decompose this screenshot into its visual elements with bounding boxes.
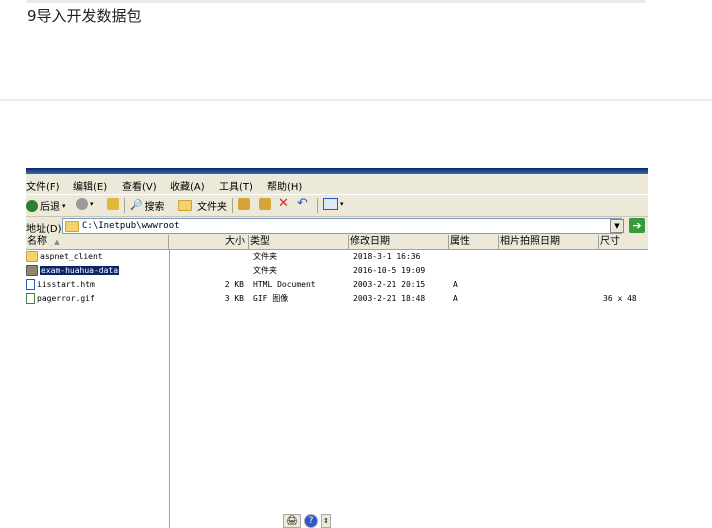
toolbar: 后退 ▾ ▾ 🔎 搜索 文件夹 ✕ ↶ ▾ — [26, 195, 648, 216]
file-row[interactable]: aspnet_client 文件夹 2018-3-1 16:36 — [26, 250, 648, 264]
file-name-selected: exam-huahua-data — [40, 266, 120, 275]
copy-to-button[interactable] — [259, 198, 271, 210]
menu-edit[interactable]: 编辑(E) — [73, 178, 107, 193]
file-name-cell: exam-huahua-data — [26, 264, 120, 278]
col-header-type[interactable]: 类型 — [249, 235, 349, 249]
col-header-modified[interactable]: 修改日期 — [349, 235, 449, 249]
back-arrow-icon — [26, 199, 38, 212]
sort-ascending-icon: ▲ — [54, 238, 60, 246]
file-attributes: A — [453, 294, 458, 303]
delete-icon: ✕ — [278, 196, 289, 211]
undo-button[interactable]: ↶ — [297, 196, 308, 211]
gif-file-icon — [26, 293, 35, 304]
forward-arrow-icon — [76, 198, 88, 210]
col-header-name-label: 名称 — [27, 236, 47, 247]
move-to-icon — [238, 198, 250, 210]
menu-bar: 文件(F) 编辑(E) 查看(V) 收藏(A) 工具(T) 帮助(H) — [26, 174, 648, 195]
forward-button[interactable]: ▾ — [76, 198, 94, 210]
file-row[interactable]: exam-huahua-data 文件夹 2016-10-5 19:09 — [26, 264, 648, 278]
search-button[interactable]: 🔎 搜索 — [130, 198, 164, 213]
printer-icon: 🖨 — [286, 515, 298, 526]
file-attributes: A — [453, 280, 458, 289]
search-label: 搜索 — [144, 202, 165, 213]
explorer-window: 文件(F) 编辑(E) 查看(V) 收藏(A) 工具(T) 帮助(H) 后退 ▾… — [26, 168, 648, 528]
address-input[interactable]: C:\Inetpub\wwwroot — [62, 218, 622, 234]
menu-help[interactable]: 帮助(H) — [267, 178, 302, 193]
file-modified: 2016-10-5 19:09 — [353, 266, 426, 275]
html-file-icon — [26, 279, 35, 290]
address-bar: 地址(D) C:\Inetpub\wwwroot ▼ ➔ — [26, 216, 648, 235]
up-folder-button[interactable] — [107, 198, 119, 210]
address-dropdown-button[interactable]: ▼ — [610, 219, 624, 233]
file-name: aspnet_client — [40, 252, 103, 261]
tray-spin-button[interactable]: ⇕ — [321, 513, 331, 528]
file-size: 3 KB — [224, 294, 244, 303]
folder-icon — [26, 265, 38, 276]
views-dropdown-icon: ▾ — [340, 200, 344, 208]
search-icon: 🔎 — [130, 200, 143, 211]
column-header-row: 名称 ▲ 大小 类型 修改日期 属性 相片拍照日期 尺寸 — [26, 235, 648, 250]
col-header-attributes[interactable]: 属性 — [449, 235, 499, 249]
section-divider — [0, 99, 712, 101]
tray-help-button[interactable]: ? — [304, 513, 318, 528]
top-border — [26, 0, 646, 3]
col-header-name[interactable]: 名称 ▲ — [26, 235, 169, 249]
back-button[interactable]: 后退 ▾ — [26, 198, 66, 213]
menu-tools[interactable]: 工具(T) — [219, 178, 253, 193]
file-row[interactable]: iisstart.htm 2 KB HTML Document 2003-2-2… — [26, 278, 648, 292]
file-dimensions: 36 x 48 — [603, 294, 637, 303]
up-down-icon: ⇕ — [323, 516, 329, 525]
views-button[interactable]: ▾ — [323, 198, 344, 210]
col-header-size[interactable]: 大小 — [169, 235, 249, 249]
taskbar-tray: 🖨 ? ⇕ — [283, 513, 331, 528]
menu-file[interactable]: 文件(F) — [26, 178, 60, 193]
file-name-cell: iisstart.htm — [26, 278, 95, 292]
file-size: 2 KB — [224, 280, 244, 289]
file-modified: 2003-2-21 20:15 — [353, 280, 426, 289]
file-modified: 2003-2-21 18:48 — [353, 294, 426, 303]
move-to-button[interactable] — [238, 198, 250, 210]
file-name-cell: aspnet_client — [26, 250, 103, 264]
file-type: GIF 图像 — [253, 294, 289, 303]
col-header-dimensions[interactable]: 尺寸 — [599, 235, 648, 249]
help-icon: ? — [308, 515, 314, 526]
go-button[interactable]: ➔ — [629, 218, 645, 233]
back-dropdown-icon: ▾ — [62, 201, 66, 210]
chevron-down-icon: ▼ — [614, 222, 620, 230]
file-modified: 2018-3-1 16:36 — [353, 252, 421, 261]
toolbar-separator — [124, 198, 125, 213]
article-heading: 9导入开发数据包 — [27, 7, 142, 25]
address-folder-icon — [65, 220, 79, 232]
copy-to-icon — [259, 198, 271, 210]
file-type: HTML Document — [253, 280, 316, 289]
file-row[interactable]: pagerror.gif 3 KB GIF 图像 2003-2-21 18:48… — [26, 292, 648, 306]
forward-dropdown-icon: ▾ — [90, 200, 94, 208]
back-label: 后退 — [40, 202, 60, 213]
file-name: iisstart.htm — [37, 280, 95, 289]
folders-button[interactable]: 文件夹 — [176, 198, 227, 213]
col-header-date-taken[interactable]: 相片拍照日期 — [499, 235, 599, 249]
folders-label: 文件夹 — [197, 202, 227, 213]
file-name: pagerror.gif — [37, 294, 95, 303]
go-arrow-icon: ➔ — [632, 219, 642, 232]
undo-icon: ↶ — [297, 196, 308, 211]
delete-button[interactable]: ✕ — [278, 196, 289, 211]
file-type: 文件夹 — [253, 252, 277, 261]
folder-icon — [26, 251, 38, 262]
address-path: C:\Inetpub\wwwroot — [82, 221, 180, 231]
address-label: 地址(D) — [26, 224, 62, 235]
file-type: 文件夹 — [253, 266, 277, 275]
toolbar-separator — [232, 198, 233, 213]
file-name-cell: pagerror.gif — [26, 292, 95, 306]
tray-printer-button[interactable]: 🖨 — [283, 513, 301, 528]
menu-view[interactable]: 查看(V) — [122, 178, 157, 193]
up-folder-icon — [107, 198, 119, 210]
menu-favorites[interactable]: 收藏(A) — [170, 178, 205, 193]
folders-icon — [178, 200, 192, 211]
toolbar-separator — [317, 198, 318, 213]
views-icon — [323, 198, 338, 210]
